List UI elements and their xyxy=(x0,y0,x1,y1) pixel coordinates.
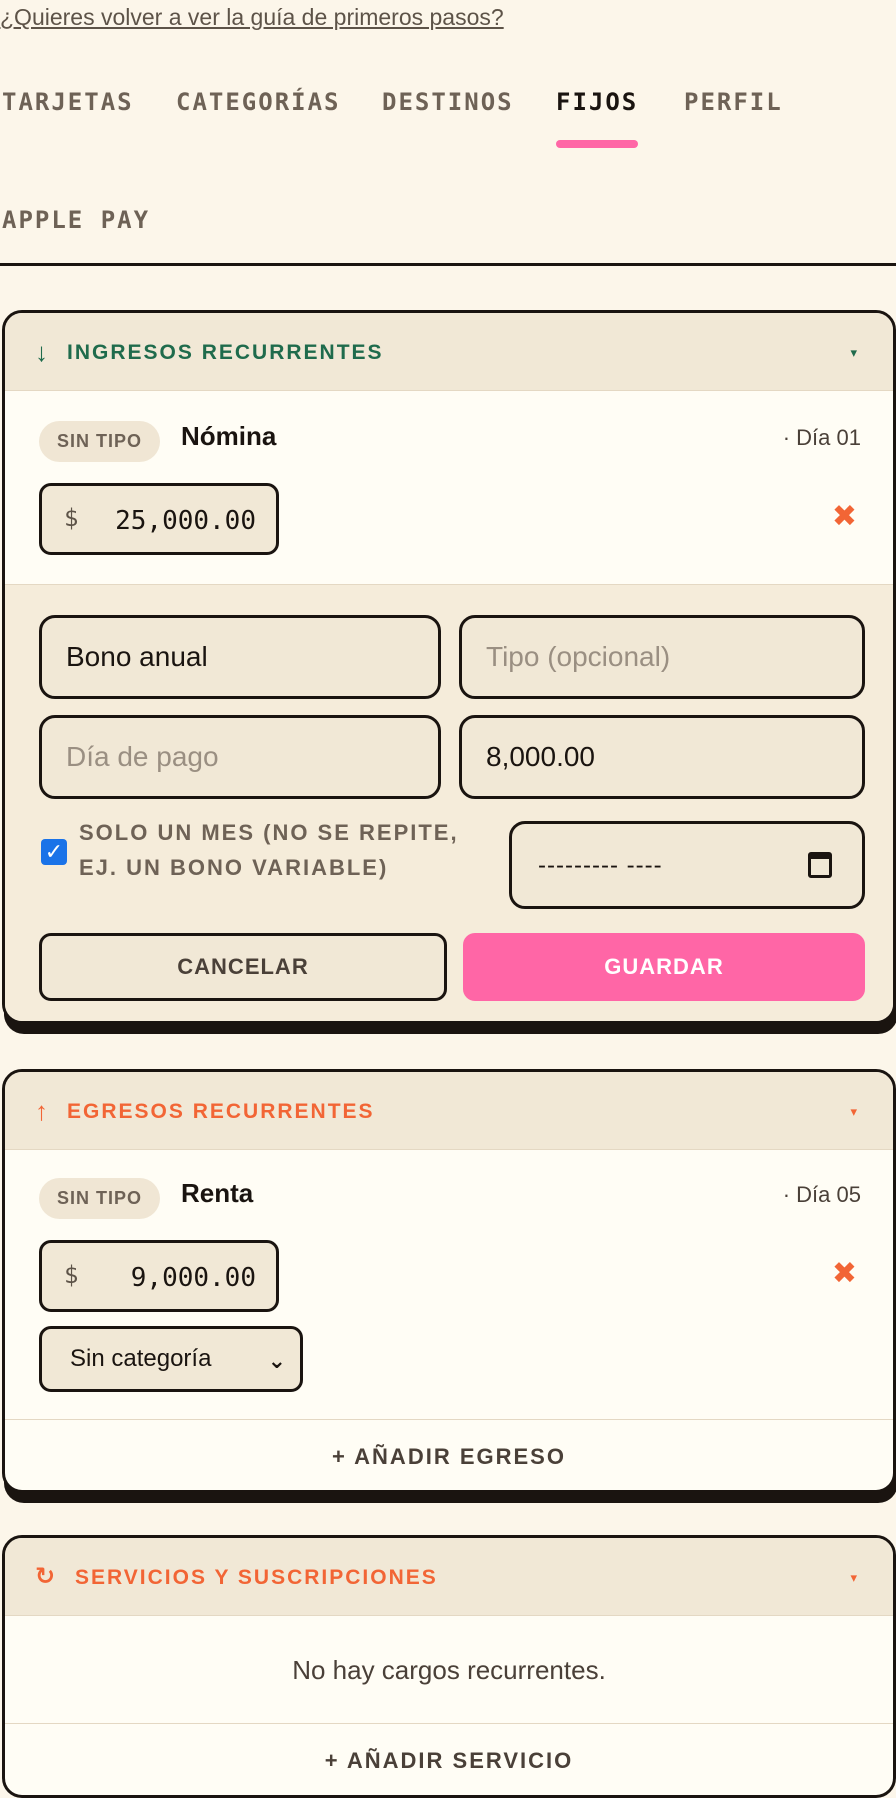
services-title: SERVICIOS Y SUSCRIPCIONES xyxy=(75,1566,438,1589)
one-month-label: SOLO UN MES (NO SE REPITE, EJ. UN BONO V… xyxy=(79,820,459,880)
expenses-card-header[interactable]: ↑ EGRESOS RECURRENTES ▾ xyxy=(5,1072,893,1150)
onboarding-guide-link[interactable]: ¿Quieres volver a ver la guía de primero… xyxy=(0,4,504,31)
income-name-input[interactable]: Bono anual xyxy=(39,615,441,699)
services-card-header[interactable]: ↻ SERVICIOS Y SUSCRIPCIONES ▾ xyxy=(5,1538,893,1616)
expense-amount-field[interactable]: $ 9,000.00 xyxy=(39,1240,279,1312)
expense-item-name: Renta xyxy=(181,1178,254,1208)
currency-symbol: $ xyxy=(64,1261,79,1289)
currency-symbol: $ xyxy=(64,504,79,532)
caret-down-icon[interactable]: ▾ xyxy=(850,1104,857,1120)
tab-apple-pay[interactable]: APPLE PAY xyxy=(2,206,150,234)
arrow-down-icon: ↓ xyxy=(35,337,48,367)
tab-categorias[interactable]: CATEGORÍAS xyxy=(176,88,341,116)
income-amount-value: 25,000.00 xyxy=(115,506,256,536)
delete-icon[interactable]: ✖ xyxy=(832,499,857,534)
services-empty-text: No hay cargos recurrentes. xyxy=(5,1616,893,1724)
income-item-name: Nómina xyxy=(181,421,277,451)
income-item: SIN TIPO Nómina · Día 01 $ 25,000.00 ✖ xyxy=(5,391,893,585)
expenses-card: ↑ EGRESOS RECURRENTES ▾ SIN TIPO Renta ·… xyxy=(2,1069,896,1493)
one-month-checkbox[interactable]: ✓ xyxy=(41,839,67,865)
active-tab-indicator xyxy=(556,140,638,148)
chevron-down-icon: ⌄ xyxy=(267,1348,286,1373)
arrow-up-icon: ↑ xyxy=(35,1096,48,1126)
cancel-button[interactable]: CANCELAR xyxy=(39,933,447,1001)
category-select[interactable]: Sin categoría ⌄ xyxy=(39,1326,303,1392)
income-card: ↓ INGRESOS RECURRENTES ▾ SIN TIPO Nómina… xyxy=(2,310,896,1024)
income-amount-input[interactable]: 8,000.00 xyxy=(459,715,865,799)
expense-item: SIN TIPO Renta · Día 05 $ 9,000.00 ✖ Sin… xyxy=(5,1150,893,1420)
tab-fijos[interactable]: FIJOS xyxy=(556,88,638,116)
category-select-value: Sin categoría xyxy=(70,1345,212,1372)
expense-item-day: · Día 05 xyxy=(782,1182,861,1207)
add-expense-button[interactable]: + AÑADIR EGRESO xyxy=(5,1420,893,1490)
refresh-icon: ↻ xyxy=(35,1563,56,1590)
services-card: ↻ SERVICIOS Y SUSCRIPCIONES ▾ No hay car… xyxy=(2,1535,896,1798)
delete-icon[interactable]: ✖ xyxy=(832,1256,857,1291)
income-type-input[interactable]: Tipo (opcional) xyxy=(459,615,865,699)
caret-down-icon[interactable]: ▾ xyxy=(850,1570,857,1586)
expenses-title: EGRESOS RECURRENTES xyxy=(67,1100,375,1123)
calendar-icon[interactable] xyxy=(808,852,832,878)
type-badge: SIN TIPO xyxy=(39,1178,161,1219)
caret-down-icon[interactable]: ▾ xyxy=(850,345,857,361)
expense-amount-value: 9,000.00 xyxy=(130,1263,256,1293)
date-value: --------- ---- xyxy=(538,852,663,879)
income-amount-field[interactable]: $ 25,000.00 xyxy=(39,483,279,555)
tab-perfil[interactable]: PERFIL xyxy=(684,88,783,116)
save-button[interactable]: GUARDAR xyxy=(463,933,865,1001)
new-income-form: Bono anual Tipo (opcional) Día de pago 8… xyxy=(5,585,893,1021)
add-service-button[interactable]: + AÑADIR SERVICIO xyxy=(5,1724,893,1795)
income-title: INGRESOS RECURRENTES xyxy=(67,341,384,364)
tab-tarjetas[interactable]: TARJETAS xyxy=(2,88,134,116)
payment-day-input[interactable]: Día de pago xyxy=(39,715,441,799)
tab-destinos[interactable]: DESTINOS xyxy=(382,88,514,116)
month-date-input[interactable]: --------- ---- xyxy=(509,821,865,909)
type-badge: SIN TIPO xyxy=(39,421,161,462)
income-item-day: · Día 01 xyxy=(782,425,861,450)
settings-tabs: TARJETAS CATEGORÍAS DESTINOS FIJOS PERFI… xyxy=(0,0,896,266)
income-card-header[interactable]: ↓ INGRESOS RECURRENTES ▾ xyxy=(5,313,893,391)
